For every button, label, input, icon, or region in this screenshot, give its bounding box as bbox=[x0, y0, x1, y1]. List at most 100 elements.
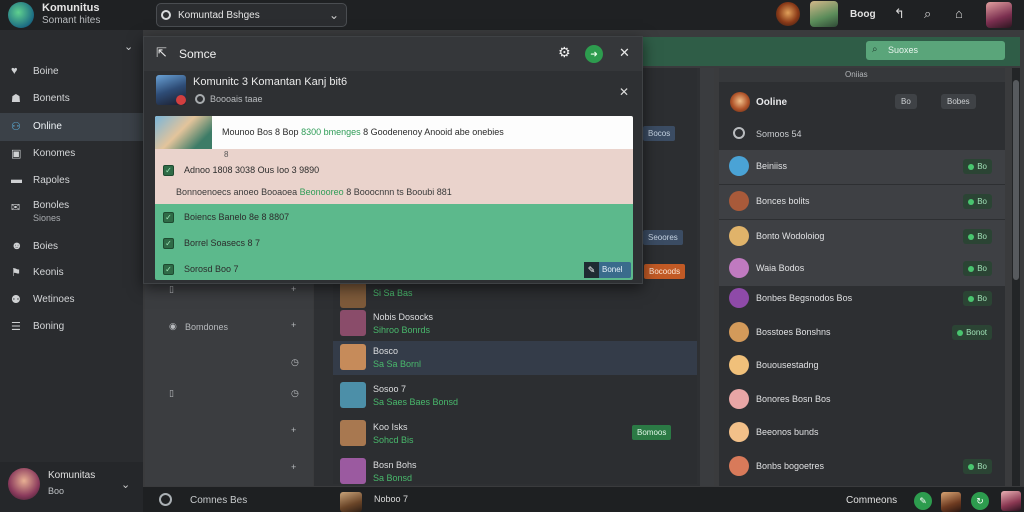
feed-tag[interactable]: Bocos bbox=[643, 126, 676, 141]
sidebar-item-rapoles[interactable]: ▬ Rapoles bbox=[0, 167, 143, 195]
online-filter-pill[interactable]: Bobes bbox=[941, 94, 976, 109]
avatar bbox=[729, 389, 749, 409]
sidebar-item-keonis[interactable]: ⚑ Keonis bbox=[0, 259, 143, 287]
sidebar-user[interactable]: Komunitas Boo ⌄ bbox=[0, 462, 143, 512]
avatar bbox=[340, 282, 366, 308]
member-row[interactable]: Bouousestadng bbox=[719, 349, 1005, 383]
plus-icon[interactable]: + bbox=[291, 320, 296, 330]
online-filter-pill[interactable]: Bo bbox=[895, 94, 917, 109]
clock-icon[interactable]: ◷ bbox=[291, 388, 299, 399]
checkbox[interactable]: ✓ bbox=[163, 264, 174, 275]
sidebar-item-online[interactable]: ⚇ Online bbox=[0, 113, 143, 141]
chat-icon[interactable]: ✎ bbox=[914, 492, 932, 510]
online-dot-icon bbox=[968, 233, 975, 240]
sidebar-item-wetinoes[interactable]: ⚉ Wetinoes bbox=[0, 286, 143, 314]
edit-button-label: Bonel bbox=[602, 265, 623, 274]
clock-icon[interactable]: ◷ bbox=[291, 357, 299, 368]
close-icon[interactable]: ✕ bbox=[619, 85, 629, 99]
checkbox-row[interactable]: ✓ Borrel Soasecs 8 7 bbox=[163, 234, 623, 254]
checkbox[interactable]: ✓ bbox=[163, 238, 174, 249]
status-badge-label: Bo bbox=[977, 264, 987, 273]
secondary-item-label[interactable]: Bomdones bbox=[185, 322, 228, 332]
checkbox-row[interactable]: ✓ Adnoo 1808 3038 Ous Ioo 3 9890 bbox=[163, 161, 623, 181]
member-name: Waia Bodos bbox=[756, 263, 805, 273]
member-name: Beiniiss bbox=[756, 161, 788, 171]
search-input[interactable]: ⌕ Suoxes bbox=[866, 41, 1005, 60]
community-select[interactable]: Komuntad Bshges ⌄ bbox=[156, 3, 347, 27]
checkbox[interactable]: ✓ bbox=[163, 212, 174, 223]
comments-icon[interactable] bbox=[159, 493, 172, 506]
app-logo[interactable] bbox=[8, 2, 34, 28]
notification-avatar[interactable] bbox=[776, 2, 800, 26]
sidebar-item-boine[interactable]: ♥ Boine bbox=[0, 58, 143, 86]
status-badge: Bo bbox=[963, 261, 992, 276]
checkbox-row[interactable]: ✓ Boiencs Banelo 8e 8 8807 bbox=[163, 208, 623, 228]
feed-tag[interactable]: Seoores bbox=[643, 230, 683, 245]
gear-icon[interactable]: ⚙ bbox=[558, 44, 571, 61]
sidebar-item-label: Wetinoes bbox=[33, 294, 75, 305]
scrollbar-thumb[interactable] bbox=[1013, 80, 1019, 280]
member-row[interactable]: Bosstoes Bonshns Bonot bbox=[719, 316, 1005, 350]
member-row[interactable]: Beiniiss Bo bbox=[719, 150, 1005, 184]
avatar[interactable] bbox=[941, 492, 961, 512]
chevron-down-icon[interactable]: ⌄ bbox=[121, 478, 130, 491]
share-icon[interactable]: ⇱ bbox=[156, 45, 167, 61]
status-badge-label: Bo bbox=[977, 162, 987, 171]
edit-button[interactable]: ✎ Bonel bbox=[584, 262, 631, 278]
feed-row[interactable]: Sosoo 7 Sa Saes Baes Bonsd bbox=[333, 379, 697, 413]
plus-icon[interactable]: + bbox=[291, 284, 296, 294]
sidebar-item-boning[interactable]: ☰ Boning bbox=[0, 313, 143, 341]
profile-avatar[interactable] bbox=[986, 2, 1012, 28]
close-icon[interactable]: ✕ bbox=[619, 45, 630, 61]
home-icon[interactable]: ⌂ bbox=[955, 6, 963, 21]
status-badge: Bo bbox=[963, 291, 992, 306]
feed-tag[interactable]: Bocoods bbox=[644, 264, 686, 279]
member-row[interactable]: Waia Bodos Bo bbox=[719, 252, 1005, 286]
feed-row[interactable]: Bosco Sa Sa Bornl bbox=[333, 341, 697, 375]
sidebar-item-bonents[interactable]: ☗ Bonents bbox=[0, 85, 143, 113]
member-row[interactable]: Beeonos bunds bbox=[719, 416, 1005, 450]
clock-icon bbox=[195, 94, 205, 104]
checkbox-row[interactable]: ✓ Sorosd Boo 7 bbox=[163, 260, 623, 280]
avatar bbox=[340, 344, 366, 370]
back-arrow-icon[interactable]: ↰ bbox=[894, 6, 905, 22]
feed-row[interactable]: Koo Isks Sohcd Bis Bomoos bbox=[333, 417, 697, 451]
feed-row[interactable]: Nobis Dosocks Sihroo Bonrds bbox=[333, 307, 697, 341]
top-user-name[interactable]: Boog bbox=[850, 9, 876, 20]
member-name: Beeonos bunds bbox=[756, 427, 819, 437]
status-badge: Bo bbox=[963, 229, 992, 244]
plus-icon[interactable]: + bbox=[291, 425, 296, 435]
search-icon[interactable]: ⌕ bbox=[924, 6, 931, 22]
avatar bbox=[8, 468, 40, 500]
checkbox[interactable]: ✓ bbox=[163, 165, 174, 176]
member-row[interactable]: Bonces bolits Bo bbox=[719, 185, 1005, 219]
comments-label[interactable]: Commeons bbox=[846, 495, 897, 506]
user-avatar[interactable] bbox=[810, 1, 838, 27]
sidebar-item-label: Bonoles bbox=[33, 200, 70, 211]
avatar[interactable] bbox=[1001, 491, 1021, 511]
search-icon: ⌕ bbox=[872, 44, 878, 55]
refresh-icon[interactable]: ↻ bbox=[971, 492, 989, 510]
member-row[interactable]: Bonto Wodoloiog Bo bbox=[719, 220, 1005, 254]
square-icon: ▯ bbox=[169, 388, 174, 398]
chevron-down-icon[interactable]: ⌄ bbox=[124, 40, 133, 53]
sidebar-item-boies[interactable]: ☻ Boies bbox=[0, 233, 143, 261]
bottom-bar-label[interactable]: Comnes Bes bbox=[190, 495, 247, 506]
feed-row[interactable]: Bosn Bohs Sa Bonsd bbox=[333, 455, 697, 489]
member-row[interactable]: Bonores Bosn Bos bbox=[719, 383, 1005, 417]
plus-icon[interactable]: + bbox=[291, 462, 296, 472]
sidebar: ⌄ ♥ Boine ☗ Bonents ⚇ Online ▣ Konomes ▬… bbox=[0, 30, 143, 512]
member-name: Bonores Bosn Bos bbox=[756, 394, 831, 404]
feed-scrollbar[interactable] bbox=[700, 68, 714, 486]
pencil-icon: ✎ bbox=[584, 262, 599, 278]
card-headline: Mounoo Bos 8 Bop 8300 bmenges 8 Goodenen… bbox=[222, 127, 504, 137]
feed-row-name[interactable]: Noboo 7 bbox=[374, 494, 408, 504]
avatar bbox=[729, 422, 749, 442]
feed-row-badge[interactable]: Bomoos bbox=[632, 425, 672, 440]
member-row[interactable]: Bonbes Begsnodos Bos Bo bbox=[719, 282, 1005, 316]
sidebar-item-konomes[interactable]: ▣ Konomes bbox=[0, 140, 143, 168]
member-row[interactable]: Bonbs bogoetres Bo bbox=[719, 450, 1005, 484]
rectangle-icon: ▬ bbox=[11, 174, 22, 186]
sidebar-item-bonoles[interactable]: ✉ Bonoles Siones bbox=[0, 194, 143, 228]
send-icon[interactable]: ➜ bbox=[585, 45, 603, 63]
